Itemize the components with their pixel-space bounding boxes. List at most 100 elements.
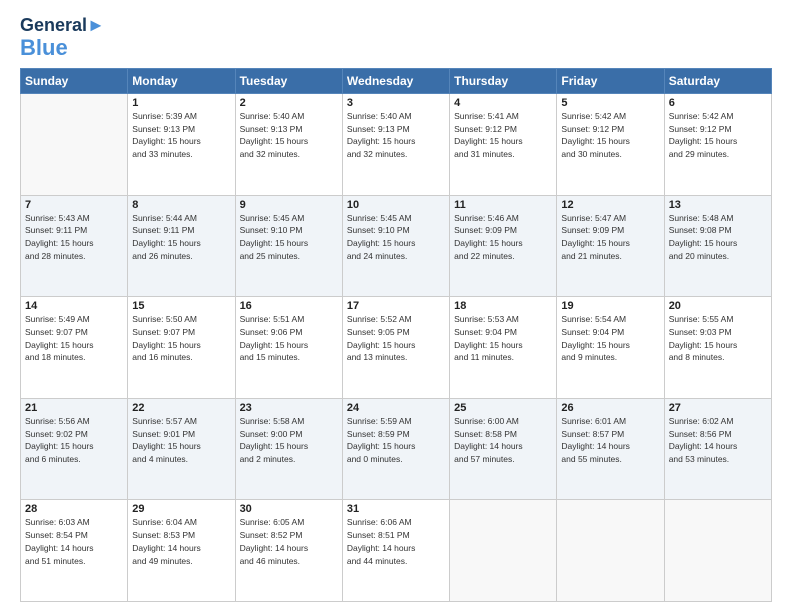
day-number: 26 [561, 402, 659, 414]
day-info: Sunrise: 5:45 AM Sunset: 9:10 PM Dayligh… [347, 212, 445, 263]
calendar-cell: 21Sunrise: 5:56 AM Sunset: 9:02 PM Dayli… [21, 398, 128, 500]
calendar-cell: 29Sunrise: 6:04 AM Sunset: 8:53 PM Dayli… [128, 500, 235, 602]
day-number: 1 [132, 97, 230, 109]
calendar-cell: 11Sunrise: 5:46 AM Sunset: 9:09 PM Dayli… [450, 195, 557, 297]
weekday-header-tuesday: Tuesday [235, 68, 342, 93]
week-row-5: 28Sunrise: 6:03 AM Sunset: 8:54 PM Dayli… [21, 500, 772, 602]
day-number: 23 [240, 402, 338, 414]
day-info: Sunrise: 6:04 AM Sunset: 8:53 PM Dayligh… [132, 516, 230, 567]
calendar-cell: 16Sunrise: 5:51 AM Sunset: 9:06 PM Dayli… [235, 297, 342, 399]
day-number: 21 [25, 402, 123, 414]
day-info: Sunrise: 6:05 AM Sunset: 8:52 PM Dayligh… [240, 516, 338, 567]
calendar-cell [664, 500, 771, 602]
calendar-cell: 1Sunrise: 5:39 AM Sunset: 9:13 PM Daylig… [128, 93, 235, 195]
day-number: 15 [132, 300, 230, 312]
day-info: Sunrise: 5:40 AM Sunset: 9:13 PM Dayligh… [240, 110, 338, 161]
calendar-cell: 26Sunrise: 6:01 AM Sunset: 8:57 PM Dayli… [557, 398, 664, 500]
day-info: Sunrise: 5:54 AM Sunset: 9:04 PM Dayligh… [561, 313, 659, 364]
logo: General► Blue [20, 16, 105, 60]
calendar-cell: 15Sunrise: 5:50 AM Sunset: 9:07 PM Dayli… [128, 297, 235, 399]
day-info: Sunrise: 5:40 AM Sunset: 9:13 PM Dayligh… [347, 110, 445, 161]
day-info: Sunrise: 6:01 AM Sunset: 8:57 PM Dayligh… [561, 415, 659, 466]
calendar-cell: 17Sunrise: 5:52 AM Sunset: 9:05 PM Dayli… [342, 297, 449, 399]
day-number: 7 [25, 199, 123, 211]
day-number: 14 [25, 300, 123, 312]
page: General► Blue SundayMondayTuesdayWednesd… [0, 0, 792, 612]
day-info: Sunrise: 5:44 AM Sunset: 9:11 PM Dayligh… [132, 212, 230, 263]
week-row-4: 21Sunrise: 5:56 AM Sunset: 9:02 PM Dayli… [21, 398, 772, 500]
day-info: Sunrise: 5:49 AM Sunset: 9:07 PM Dayligh… [25, 313, 123, 364]
day-info: Sunrise: 5:45 AM Sunset: 9:10 PM Dayligh… [240, 212, 338, 263]
day-info: Sunrise: 5:57 AM Sunset: 9:01 PM Dayligh… [132, 415, 230, 466]
day-number: 8 [132, 199, 230, 211]
calendar-cell: 10Sunrise: 5:45 AM Sunset: 9:10 PM Dayli… [342, 195, 449, 297]
day-number: 10 [347, 199, 445, 211]
day-number: 29 [132, 503, 230, 515]
day-info: Sunrise: 6:00 AM Sunset: 8:58 PM Dayligh… [454, 415, 552, 466]
day-number: 11 [454, 199, 552, 211]
calendar-cell: 9Sunrise: 5:45 AM Sunset: 9:10 PM Daylig… [235, 195, 342, 297]
day-number: 19 [561, 300, 659, 312]
day-number: 17 [347, 300, 445, 312]
calendar-cell: 2Sunrise: 5:40 AM Sunset: 9:13 PM Daylig… [235, 93, 342, 195]
calendar-cell: 4Sunrise: 5:41 AM Sunset: 9:12 PM Daylig… [450, 93, 557, 195]
calendar-table: SundayMondayTuesdayWednesdayThursdayFrid… [20, 68, 772, 602]
logo-text2: Blue [20, 36, 68, 60]
day-number: 9 [240, 199, 338, 211]
weekday-header-friday: Friday [557, 68, 664, 93]
day-number: 5 [561, 97, 659, 109]
calendar-cell: 25Sunrise: 6:00 AM Sunset: 8:58 PM Dayli… [450, 398, 557, 500]
calendar-cell: 20Sunrise: 5:55 AM Sunset: 9:03 PM Dayli… [664, 297, 771, 399]
calendar-cell: 31Sunrise: 6:06 AM Sunset: 8:51 PM Dayli… [342, 500, 449, 602]
calendar-cell: 13Sunrise: 5:48 AM Sunset: 9:08 PM Dayli… [664, 195, 771, 297]
calendar-cell: 12Sunrise: 5:47 AM Sunset: 9:09 PM Dayli… [557, 195, 664, 297]
logo-text: General► [20, 16, 105, 36]
day-number: 22 [132, 402, 230, 414]
calendar-cell: 5Sunrise: 5:42 AM Sunset: 9:12 PM Daylig… [557, 93, 664, 195]
day-info: Sunrise: 5:43 AM Sunset: 9:11 PM Dayligh… [25, 212, 123, 263]
calendar-cell: 22Sunrise: 5:57 AM Sunset: 9:01 PM Dayli… [128, 398, 235, 500]
calendar-cell [557, 500, 664, 602]
day-number: 25 [454, 402, 552, 414]
day-number: 3 [347, 97, 445, 109]
calendar-cell: 8Sunrise: 5:44 AM Sunset: 9:11 PM Daylig… [128, 195, 235, 297]
calendar-cell [450, 500, 557, 602]
day-number: 20 [669, 300, 767, 312]
day-info: Sunrise: 5:47 AM Sunset: 9:09 PM Dayligh… [561, 212, 659, 263]
week-row-2: 7Sunrise: 5:43 AM Sunset: 9:11 PM Daylig… [21, 195, 772, 297]
calendar-cell [21, 93, 128, 195]
calendar-cell: 14Sunrise: 5:49 AM Sunset: 9:07 PM Dayli… [21, 297, 128, 399]
calendar-cell: 28Sunrise: 6:03 AM Sunset: 8:54 PM Dayli… [21, 500, 128, 602]
calendar-cell: 24Sunrise: 5:59 AM Sunset: 8:59 PM Dayli… [342, 398, 449, 500]
day-info: Sunrise: 5:53 AM Sunset: 9:04 PM Dayligh… [454, 313, 552, 364]
day-info: Sunrise: 5:41 AM Sunset: 9:12 PM Dayligh… [454, 110, 552, 161]
day-number: 12 [561, 199, 659, 211]
day-number: 13 [669, 199, 767, 211]
header: General► Blue [20, 16, 772, 60]
week-row-1: 1Sunrise: 5:39 AM Sunset: 9:13 PM Daylig… [21, 93, 772, 195]
weekday-header-sunday: Sunday [21, 68, 128, 93]
calendar-cell: 27Sunrise: 6:02 AM Sunset: 8:56 PM Dayli… [664, 398, 771, 500]
day-info: Sunrise: 6:03 AM Sunset: 8:54 PM Dayligh… [25, 516, 123, 567]
day-number: 28 [25, 503, 123, 515]
day-number: 16 [240, 300, 338, 312]
day-info: Sunrise: 5:39 AM Sunset: 9:13 PM Dayligh… [132, 110, 230, 161]
day-info: Sunrise: 5:58 AM Sunset: 9:00 PM Dayligh… [240, 415, 338, 466]
calendar-cell: 23Sunrise: 5:58 AM Sunset: 9:00 PM Dayli… [235, 398, 342, 500]
day-number: 6 [669, 97, 767, 109]
day-info: Sunrise: 5:46 AM Sunset: 9:09 PM Dayligh… [454, 212, 552, 263]
day-info: Sunrise: 5:55 AM Sunset: 9:03 PM Dayligh… [669, 313, 767, 364]
calendar-cell: 30Sunrise: 6:05 AM Sunset: 8:52 PM Dayli… [235, 500, 342, 602]
calendar-cell: 7Sunrise: 5:43 AM Sunset: 9:11 PM Daylig… [21, 195, 128, 297]
day-info: Sunrise: 5:56 AM Sunset: 9:02 PM Dayligh… [25, 415, 123, 466]
week-row-3: 14Sunrise: 5:49 AM Sunset: 9:07 PM Dayli… [21, 297, 772, 399]
calendar-cell: 6Sunrise: 5:42 AM Sunset: 9:12 PM Daylig… [664, 93, 771, 195]
day-info: Sunrise: 5:48 AM Sunset: 9:08 PM Dayligh… [669, 212, 767, 263]
day-number: 2 [240, 97, 338, 109]
day-info: Sunrise: 6:02 AM Sunset: 8:56 PM Dayligh… [669, 415, 767, 466]
day-number: 27 [669, 402, 767, 414]
weekday-header-wednesday: Wednesday [342, 68, 449, 93]
day-number: 4 [454, 97, 552, 109]
weekday-header-thursday: Thursday [450, 68, 557, 93]
day-info: Sunrise: 5:42 AM Sunset: 9:12 PM Dayligh… [669, 110, 767, 161]
